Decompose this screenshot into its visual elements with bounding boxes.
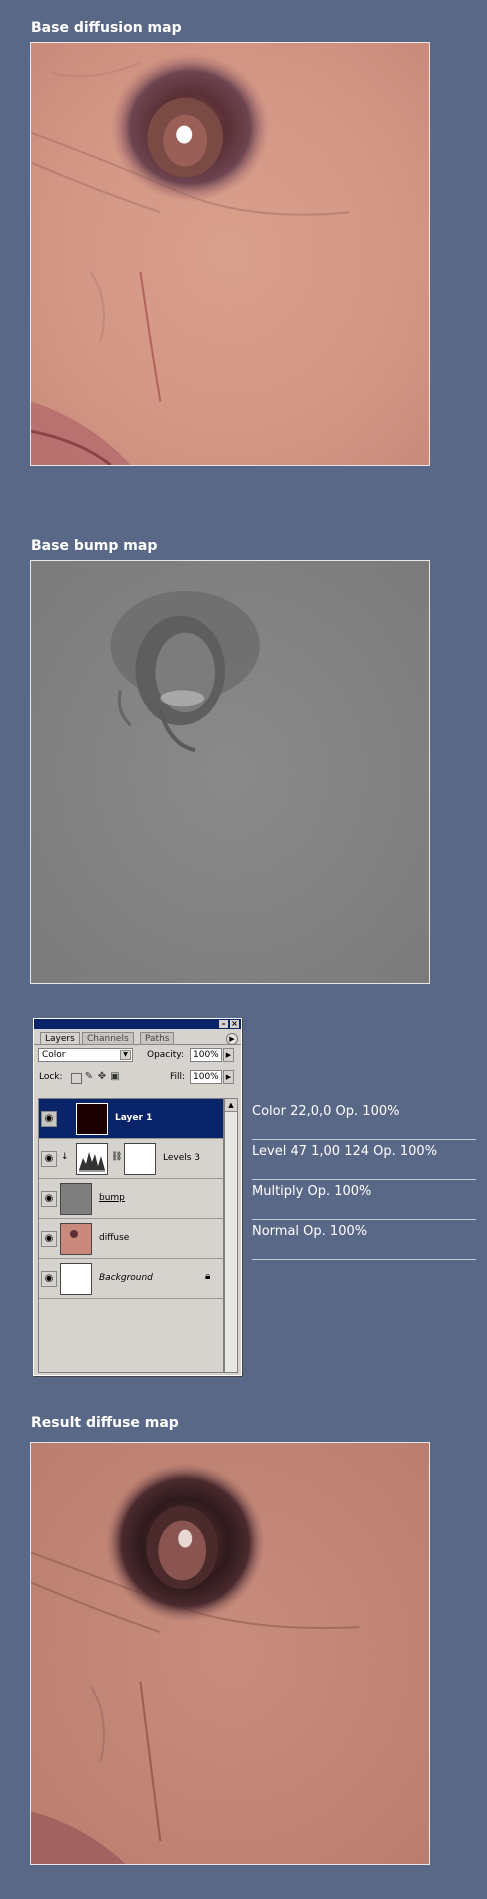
tab-channels[interactable]: Channels [82,1032,134,1044]
layer-name: Levels 3 [163,1153,201,1163]
panel-titlebar: – × [34,1019,241,1029]
blend-mode-value: Color [42,1050,66,1060]
layer-thumbnail [76,1103,108,1135]
blend-mode-select[interactable]: Color ▼ [38,1048,133,1062]
layer-row-diffuse[interactable]: ◉ diffuse [39,1219,223,1259]
legend-bump: Multiply Op. 100% [252,1180,476,1220]
eye-icon[interactable]: ◉ [41,1271,57,1287]
layer-thumbnail [60,1183,92,1215]
fill-input[interactable]: 100% [190,1070,222,1084]
tab-layers[interactable]: Layers [40,1032,80,1044]
lock-fill-row: Lock: ✎ ✥ ▣ Fill: 100% ▶ [34,1067,241,1085]
base-bump-map-image [30,560,430,984]
legend-levels-3: Level 47 1,00 124 Op. 100% [252,1140,476,1180]
layer-thumbnail [60,1263,92,1295]
eye-icon[interactable]: ◉ [41,1111,57,1127]
layer-thumbnail [60,1223,92,1255]
layer-name: bump [99,1193,125,1203]
layer-row-layer-1[interactable]: ◉ Layer 1 [39,1099,223,1139]
layer-mask-thumbnail [124,1143,156,1175]
eye-icon[interactable]: ◉ [41,1151,57,1167]
scroll-up-icon[interactable]: ▲ [225,1099,237,1112]
layer-row-bump[interactable]: ◉ bump [39,1179,223,1219]
layers-scrollbar[interactable]: ▲ [224,1098,238,1373]
layer-name: Background [99,1273,153,1283]
blend-opacity-row: Color ▼ Opacity: 100% ▶ [34,1045,241,1063]
layers-list: ◉ Layer 1 ◉ ↓ ⛓ Levels 3 ◉ bump ◉ diffus… [38,1098,224,1373]
lock-all-icon[interactable]: ▣ [110,1072,120,1082]
opacity-slider-button[interactable]: ▶ [223,1048,234,1062]
chevron-down-icon: ▼ [120,1050,131,1060]
eye-icon[interactable]: ◉ [41,1231,57,1247]
heading-base-diffusion-map: Base diffusion map [31,20,182,36]
heading-result-diffuse-map: Result diffuse map [31,1415,179,1431]
panel-menu-icon[interactable]: ▶ [226,1033,238,1045]
panel-tabs: Layers Channels Paths ▶ [34,1029,241,1045]
layer-row-background[interactable]: ◉ Background 🔒︎ [39,1259,223,1299]
fill-label: Fill: [170,1072,186,1082]
clip-arrow-icon: ↓ [61,1152,69,1162]
tab-paths[interactable]: Paths [140,1032,175,1044]
lock-transparency-icon[interactable] [71,1073,82,1084]
opacity-label: Opacity: [147,1050,184,1060]
result-diffuse-map-image [30,1442,430,1865]
heading-base-bump-map: Base bump map [31,538,158,554]
lock-move-icon[interactable]: ✥ [97,1072,107,1082]
lock-label: Lock: [39,1072,63,1082]
minimize-icon[interactable]: – [219,1020,228,1028]
close-icon[interactable]: × [230,1020,239,1028]
layer-name: Layer 1 [115,1113,153,1123]
lock-brush-icon[interactable]: ✎ [84,1072,94,1082]
eye-icon[interactable]: ◉ [41,1191,57,1207]
fill-slider-button[interactable]: ▶ [223,1070,234,1084]
opacity-input[interactable]: 100% [190,1048,222,1062]
base-diffusion-map-image [30,42,430,466]
legend-layer-1: Color 22,0,0 Op. 100% [252,1100,476,1140]
legend-diffuse: Normal Op. 100% [252,1220,476,1260]
levels-adjustment-icon [76,1143,108,1175]
layer-row-levels-3[interactable]: ◉ ↓ ⛓ Levels 3 [39,1139,223,1179]
layers-panel: – × Layers Channels Paths ▶ Color ▼ Opac… [33,1018,242,1376]
chain-link-icon[interactable]: ⛓ [111,1152,122,1162]
lock-icon: 🔒︎ [205,1271,211,1282]
layer-name: diffuse [99,1233,130,1243]
